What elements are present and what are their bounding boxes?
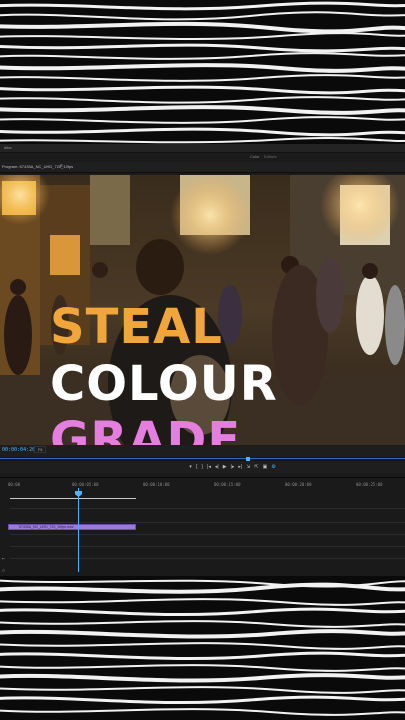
decorative-wave-pattern-top <box>0 0 405 144</box>
in-point-icon[interactable]: { <box>196 464 198 470</box>
overlay-title-colour: COLOUR <box>50 356 278 412</box>
workspace-tab-editors[interactable]: Editors <box>264 154 276 159</box>
export-frame-icon[interactable]: ▣ <box>263 464 268 470</box>
track-divider <box>10 522 405 523</box>
timeline-panel[interactable]: 00:00 00:00:05:00 00:00:10:00 00:00:15:0… <box>0 477 405 576</box>
transport-controls: ▾ { } |◂ ◂| ▶ |▸ ▸| ⇲ ⇱ ▣ ⚙ <box>0 461 405 473</box>
video-editor-window: ditor Color Editors Program: 67435A_NC_U… <box>0 144 405 576</box>
program-monitor-tab[interactable]: Program: 67435A_NC_UHD_720_10fps ≡ <box>0 162 405 173</box>
panel-menu-icon[interactable]: ≡ <box>60 163 63 169</box>
track-divider <box>10 534 405 535</box>
settings-icon[interactable]: ⚙ <box>271 464 275 470</box>
zoom-fit-select[interactable]: Fit <box>34 446 47 453</box>
video-clip[interactable]: 67435A_NC_UHD_720_10fps.mov <box>8 524 136 530</box>
overlay-title-steal: STEAL <box>50 299 223 355</box>
viewer-controls-bar: 00:00:04:20 Fit <box>0 445 405 457</box>
marker-icon[interactable]: ▾ <box>189 464 192 470</box>
playhead-timecode[interactable]: 00:00:04:20 <box>2 447 35 453</box>
program-monitor-viewer[interactable]: STEAL COLOUR GRADE <box>0 175 405 445</box>
in-out-range-bar[interactable] <box>10 498 136 499</box>
track-divider <box>10 546 405 547</box>
out-point-icon[interactable]: } <box>201 464 203 470</box>
track-divider <box>10 558 405 559</box>
ruler-label: 00:00:20:00 <box>285 482 312 487</box>
overwrite-icon[interactable]: ⇱ <box>254 464 258 470</box>
timeline-ruler[interactable]: 00:00 00:00:05:00 00:00:10:00 00:00:15:0… <box>0 482 405 494</box>
wrench-icon[interactable]: ⌐ <box>2 556 5 562</box>
app-title: ditor <box>4 145 12 150</box>
menu-bar: ditor <box>0 144 405 153</box>
ruler-label: 00:00 <box>8 482 21 487</box>
track-divider <box>10 508 405 509</box>
playhead-handle[interactable] <box>75 491 82 497</box>
step-forward-icon[interactable]: |▸ <box>231 464 235 470</box>
workspace-tab-color[interactable]: Color <box>250 154 260 159</box>
ruler-label: 00:00:15:00 <box>214 482 241 487</box>
scrub-track <box>0 458 405 459</box>
insert-icon[interactable]: ⇲ <box>246 464 250 470</box>
track-settings-icon[interactable]: ○ <box>2 568 5 574</box>
go-to-out-icon[interactable]: ▸| <box>238 464 242 470</box>
ruler-label: 00:00:25:00 <box>356 482 383 487</box>
clip-name: 67435A_NC_UHD_720_10fps.mov <box>19 525 74 529</box>
overlay-title-grade: GRADE <box>50 412 242 445</box>
go-to-in-icon[interactable]: |◂ <box>207 464 211 470</box>
step-back-icon[interactable]: ◂| <box>215 464 219 470</box>
ruler-label: 00:00:10:00 <box>143 482 170 487</box>
ruler-label: 00:00:05:00 <box>72 482 99 487</box>
timeline-playhead[interactable] <box>78 488 79 572</box>
decorative-wave-pattern-bottom <box>0 576 405 720</box>
play-icon[interactable]: ▶ <box>223 464 227 470</box>
